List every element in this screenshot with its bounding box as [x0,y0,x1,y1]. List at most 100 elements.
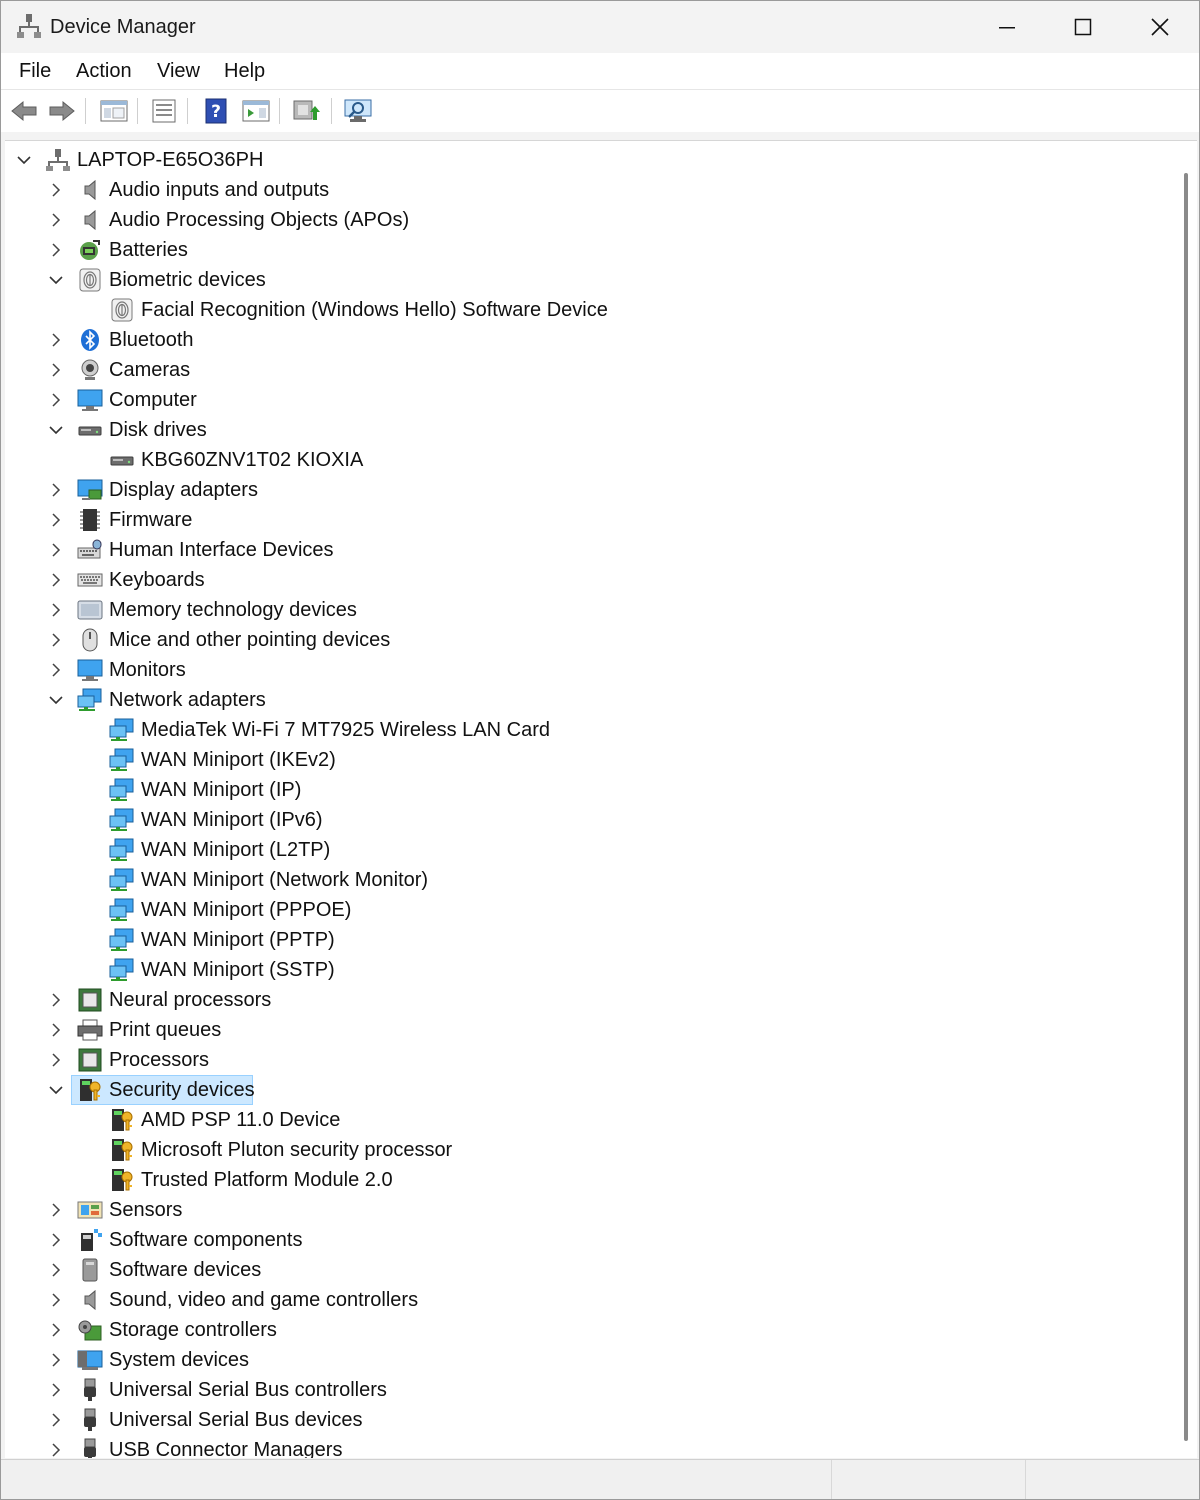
usb-icon [77,1438,103,1458]
tree-category[interactable]: Universal Serial Bus devices [5,1405,1165,1435]
chevron-right-icon[interactable] [47,1051,65,1069]
tree-device[interactable]: WAN Miniport (SSTP) [5,955,1165,985]
tree-category[interactable]: Monitors [5,655,1165,685]
chevron-right-icon[interactable] [47,601,65,619]
chevron-right-icon[interactable] [47,541,65,559]
tree-device[interactable]: WAN Miniport (IP) [5,775,1165,805]
chevron-down-icon[interactable] [47,1081,65,1099]
tree-root[interactable]: LAPTOP-E65O36PH [5,145,1165,175]
storage-controller-icon [77,1318,103,1342]
tree-device[interactable]: WAN Miniport (IKEv2) [5,745,1165,775]
tree-category[interactable]: Storage controllers [5,1315,1165,1345]
menu-file[interactable]: File [19,60,51,83]
tree-category[interactable]: Biometric devices [5,265,1165,295]
chevron-right-icon[interactable] [47,1411,65,1429]
chevron-down-icon[interactable] [47,271,65,289]
tree-category[interactable]: Network adapters [5,685,1165,715]
tree-category[interactable]: Cameras [5,355,1165,385]
chevron-right-icon[interactable] [47,391,65,409]
tree-category[interactable]: Universal Serial Bus controllers [5,1375,1165,1405]
chevron-right-icon[interactable] [47,1261,65,1279]
tree-device[interactable]: WAN Miniport (Network Monitor) [5,865,1165,895]
tree-category[interactable]: Display adapters [5,475,1165,505]
tree-category[interactable]: Disk drives [5,415,1165,445]
minimize-icon [999,27,1015,29]
tree-category[interactable]: Sensors [5,1195,1165,1225]
menu-view[interactable]: View [157,60,200,83]
chevron-right-icon[interactable] [47,1021,65,1039]
tree-category[interactable]: Firmware [5,505,1165,535]
chevron-right-icon[interactable] [47,631,65,649]
properties-button[interactable] [149,96,179,126]
chevron-right-icon[interactable] [47,1231,65,1249]
chevron-down-icon[interactable] [47,421,65,439]
chevron-right-icon[interactable] [47,661,65,679]
back-button[interactable] [9,96,39,126]
scrollbar-thumb[interactable] [1184,173,1188,1441]
tree-category[interactable]: Software devices [5,1255,1165,1285]
tree-category[interactable]: System devices [5,1345,1165,1375]
close-button[interactable] [1122,1,1198,53]
tree-category[interactable]: Audio Processing Objects (APOs) [5,205,1165,235]
chevron-right-icon[interactable] [47,331,65,349]
chevron-right-icon[interactable] [47,361,65,379]
svg-text:?: ? [211,102,221,122]
chevron-right-icon[interactable] [47,1351,65,1369]
chevron-right-icon[interactable] [47,1321,65,1339]
tree-device[interactable]: Trusted Platform Module 2.0 [5,1165,1165,1195]
tree-device[interactable]: WAN Miniport (PPPOE) [5,895,1165,925]
tree-category[interactable]: Security devices [5,1075,1165,1105]
chevron-right-icon[interactable] [47,481,65,499]
chevron-right-icon[interactable] [47,181,65,199]
chevron-right-icon[interactable] [47,1291,65,1309]
tree-device[interactable]: KBG60ZNV1T02 KIOXIA [5,445,1165,475]
tree-category[interactable]: Neural processors [5,985,1165,1015]
tree-device[interactable]: WAN Miniport (PPTP) [5,925,1165,955]
help-button[interactable]: ? [201,96,231,126]
menu-help[interactable]: Help [224,60,265,83]
tree-category[interactable]: Audio inputs and outputs [5,175,1165,205]
tree-category[interactable]: Print queues [5,1015,1165,1045]
tree-node-label: Display adapters [109,479,258,501]
title-bar[interactable]: Device Manager [1,1,1199,53]
tree-category[interactable]: Mice and other pointing devices [5,625,1165,655]
tree-device[interactable]: WAN Miniport (IPv6) [5,805,1165,835]
chevron-right-icon[interactable] [47,991,65,1009]
chevron-right-icon[interactable] [47,211,65,229]
back-arrow-icon [11,100,37,122]
action-pane-button[interactable] [241,96,271,126]
tree-category[interactable]: Human Interface Devices [5,535,1165,565]
tree-device[interactable]: WAN Miniport (L2TP) [5,835,1165,865]
tree-device[interactable]: AMD PSP 11.0 Device [5,1105,1165,1135]
show-hide-console-tree-button[interactable] [99,96,129,126]
chevron-right-icon[interactable] [47,1201,65,1219]
tree-category[interactable]: USB Connector Managers [5,1435,1165,1458]
tree-category[interactable]: Sound, video and game controllers [5,1285,1165,1315]
tree-category[interactable]: Processors [5,1045,1165,1075]
tree-category[interactable]: Computer [5,385,1165,415]
tree-device[interactable]: MediaTek Wi-Fi 7 MT7925 Wireless LAN Car… [5,715,1165,745]
tree-category[interactable]: Keyboards [5,565,1165,595]
chevron-right-icon[interactable] [47,241,65,259]
forward-button[interactable] [47,96,77,126]
scan-hardware-button[interactable] [343,96,373,126]
minimize-button[interactable] [969,1,1045,53]
usb-icon [77,1408,103,1432]
chevron-down-icon[interactable] [47,691,65,709]
chevron-right-icon[interactable] [47,511,65,529]
device-tree[interactable]: LAPTOP-E65O36PH Audio inputs and outputs… [5,140,1197,1458]
update-driver-button[interactable] [291,96,321,126]
tree-category[interactable]: Bluetooth [5,325,1165,355]
vertical-scrollbar[interactable] [1171,141,1197,1458]
tree-category[interactable]: Memory technology devices [5,595,1165,625]
tree-category[interactable]: Batteries [5,235,1165,265]
tree-device[interactable]: Microsoft Pluton security processor [5,1135,1165,1165]
tree-category[interactable]: Software components [5,1225,1165,1255]
maximize-button[interactable] [1045,1,1121,53]
chevron-right-icon[interactable] [47,1381,65,1399]
chevron-right-icon[interactable] [47,1441,65,1458]
network-adapter-icon [109,778,135,802]
chevron-right-icon[interactable] [47,571,65,589]
tree-device[interactable]: Facial Recognition (Windows Hello) Softw… [5,295,1165,325]
menu-action[interactable]: Action [76,60,132,83]
